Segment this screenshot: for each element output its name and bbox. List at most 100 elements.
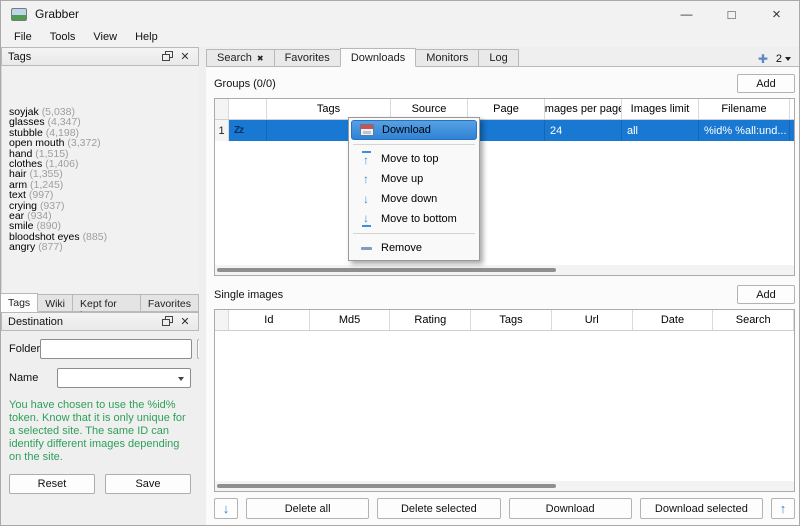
menu-separator (353, 233, 475, 234)
name-combobox[interactable] (57, 368, 191, 388)
tab-kept-for-later[interactable]: Kept for later (72, 294, 141, 311)
menu-tools[interactable]: Tools (41, 29, 85, 45)
destination-panel: Folder ... Name You have chosen to use t… (1, 331, 199, 525)
download-button[interactable]: Download (509, 498, 632, 519)
close-dock-icon[interactable]: ✕ (176, 314, 194, 329)
column-status[interactable] (229, 99, 267, 119)
tab-favorites[interactable]: Favorites (274, 49, 341, 66)
menu-item-move-to-bottom[interactable]: ↓ Move to bottom (351, 209, 477, 229)
minimize-icon[interactable]: — (664, 1, 709, 27)
groups-label: Groups (0/0) (214, 78, 276, 90)
column-search[interactable]: Search (713, 310, 794, 330)
tab-count-dropdown[interactable]: 2 (776, 53, 791, 65)
column-filename[interactable]: Filename (699, 99, 790, 119)
column-md5[interactable]: Md5 (310, 310, 391, 330)
download-selected-button[interactable]: Download selected (640, 498, 763, 519)
column-images-per-page[interactable]: Images per page (545, 99, 622, 119)
column-date[interactable]: Date (633, 310, 714, 330)
cell-filename: %id% %all:und... (699, 120, 790, 141)
column-page[interactable]: Page (468, 99, 545, 119)
right-panel: Search ✖ Favorites Downloads Monitors Lo… (206, 47, 799, 525)
menu-separator (353, 144, 475, 145)
app-icon (11, 8, 27, 21)
column-rating[interactable]: Rating (390, 310, 471, 330)
folder-input[interactable] (40, 339, 192, 359)
scrollbar-handle[interactable] (217, 268, 556, 272)
groups-table: Tags Source Page Images per page Images … (214, 98, 795, 276)
arrow-down-bar-icon: ↓ (355, 211, 377, 227)
add-tab-icon[interactable]: ✚ (758, 52, 768, 66)
cell-clipped: ( (790, 120, 795, 141)
chevron-down-icon (178, 377, 184, 381)
scrollbar-handle[interactable] (217, 484, 556, 488)
menu-file[interactable]: File (5, 29, 41, 45)
arrow-down-icon: ↓ (223, 501, 230, 516)
maximize-icon[interactable]: □ (709, 1, 754, 27)
row-number: 1 (215, 120, 229, 141)
left-panel: Tags ✕ soyjak (5,038) glasses (4,347) st… (1, 47, 199, 525)
cell-images-limit: all (622, 120, 699, 141)
single-images-table-header: Id Md5 Rating Tags Url Date Search (215, 310, 794, 331)
tab-favorites-left[interactable]: Favorites (140, 294, 199, 311)
column-id[interactable]: Id (229, 310, 310, 330)
menu-help[interactable]: Help (126, 29, 167, 45)
footer-button-bar: ↓ Delete all Delete selected Download Do… (214, 498, 795, 519)
window-controls: — □ × (664, 1, 799, 27)
tags-dock-header: Tags ✕ (1, 47, 199, 66)
arrow-up-icon: ↑ (780, 501, 787, 516)
save-button[interactable]: Save (105, 474, 191, 494)
tag-list: soyjak (5,038) glasses (4,347) stubble (… (1, 66, 199, 293)
float-dock-icon[interactable] (158, 314, 176, 329)
add-group-button[interactable]: Add (737, 74, 795, 93)
remove-icon (355, 247, 377, 250)
move-up-button[interactable]: ↑ (771, 498, 795, 519)
move-down-button[interactable]: ↓ (214, 498, 238, 519)
column-tags-single[interactable]: Tags (471, 310, 552, 330)
menu-item-download[interactable]: Download (351, 120, 477, 140)
tab-close-icon[interactable]: ✖ (257, 54, 264, 63)
menu-item-move-down[interactable]: ↓ Move down (351, 189, 477, 209)
group-row[interactable]: 1 Zz booru.soy 1 24 all %id% %all:und...… (215, 120, 794, 141)
window-title: Grabber (35, 7, 79, 21)
single-images-table: Id Md5 Rating Tags Url Date Search (214, 309, 795, 492)
reset-button[interactable]: Reset (9, 474, 95, 494)
delete-selected-button[interactable]: Delete selected (377, 498, 500, 519)
groups-table-header: Tags Source Page Images per page Images … (215, 99, 794, 120)
tag-item[interactable]: angry (877) (9, 242, 192, 252)
downloads-pane: Groups (0/0) Add Tags Source Page Images… (206, 66, 799, 525)
destination-dock-title: Destination (8, 316, 158, 328)
destination-dock-header: Destination ✕ (1, 312, 199, 331)
menu-view[interactable]: View (84, 29, 126, 45)
title-bar: Grabber — □ × (1, 1, 799, 27)
menu-item-remove[interactable]: Remove (351, 238, 477, 258)
name-label: Name (9, 372, 57, 384)
close-icon[interactable]: × (754, 1, 799, 27)
tab-monitors[interactable]: Monitors (415, 49, 479, 66)
menu-item-move-to-top[interactable]: ↑ Move to top (351, 149, 477, 169)
tab-wiki[interactable]: Wiki (37, 294, 73, 311)
tab-tags[interactable]: Tags (1, 293, 38, 312)
menu-item-move-up[interactable]: ↑ Move up (351, 169, 477, 189)
add-single-image-button[interactable]: Add (737, 285, 795, 304)
tab-log[interactable]: Log (478, 49, 518, 66)
column-tags[interactable]: Tags (267, 99, 391, 119)
column-images-limit[interactable]: Images limit (622, 99, 699, 119)
column-url[interactable]: Url (552, 310, 633, 330)
tab-search[interactable]: Search ✖ (206, 49, 275, 66)
download-icon (356, 124, 378, 136)
panel-splitter[interactable] (199, 47, 206, 525)
column-source[interactable]: Source (391, 99, 468, 119)
delete-all-button[interactable]: Delete all (246, 498, 369, 519)
groups-h-scrollbar (215, 265, 794, 275)
tab-downloads[interactable]: Downloads (340, 48, 416, 67)
close-dock-icon[interactable]: ✕ (176, 49, 194, 64)
cell-images-per-page: 24 (545, 120, 622, 141)
float-dock-icon[interactable] (158, 49, 176, 64)
chevron-down-icon (785, 57, 791, 61)
single-images-label: Single images (214, 289, 283, 301)
menu-bar: File Tools View Help (1, 27, 799, 47)
context-menu: Download ↑ Move to top ↑ Move up ↓ Move … (348, 117, 480, 261)
arrow-down-icon: ↓ (355, 192, 377, 206)
tags-dock-title: Tags (8, 51, 158, 63)
token-notice: You have chosen to use the %id% token. K… (9, 399, 191, 464)
